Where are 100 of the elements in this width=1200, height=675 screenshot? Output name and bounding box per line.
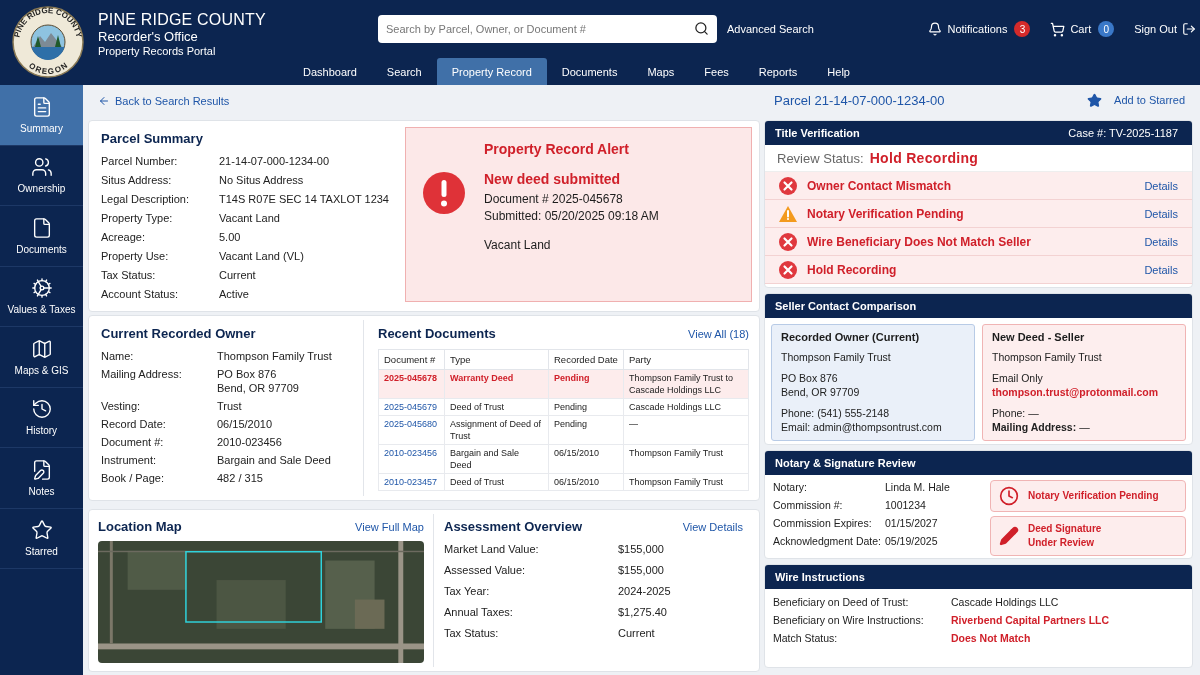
card-title: Wire Instructions — [775, 571, 865, 583]
view-full-map-link[interactable]: View Full Map — [355, 521, 424, 533]
field-label: Match Status: — [773, 631, 839, 645]
section-title: Assessment Overview — [444, 519, 583, 534]
field-label: Market Land Value: — [444, 542, 540, 556]
nav-tab[interactable]: Maps — [632, 58, 690, 85]
table-cell: Assignment of Deed of Trust — [444, 415, 549, 445]
error-icon — [779, 260, 797, 279]
contact-text: Thompson Family Trust — [992, 350, 1103, 364]
contact-text: Email: admin@thompsontrust.com — [781, 420, 943, 434]
advanced-search-link[interactable]: Advanced Search — [727, 23, 814, 35]
sign-out-button[interactable]: Sign Out — [1134, 22, 1196, 36]
bell-icon — [928, 22, 943, 36]
search-field[interactable]: Search by Parcel, Owner, or Document # — [378, 15, 717, 43]
field-label: Tax Status: — [444, 626, 500, 640]
field-value: Vacant Land — [219, 210, 281, 225]
sidebar-item[interactable]: Values & Taxes — [0, 266, 83, 327]
nav-tab[interactable]: Dashboard — [288, 58, 372, 85]
document-link[interactable]: 2010-023456 — [378, 444, 445, 474]
document-link[interactable]: 2025-045679 — [378, 398, 445, 416]
document-link[interactable]: 2025-045680 — [378, 415, 445, 445]
field-label: Tax Year: — [444, 584, 491, 598]
sidebar-item[interactable]: Ownership — [0, 145, 83, 206]
details-link[interactable]: Details — [1144, 179, 1178, 192]
column-header: Type — [444, 349, 549, 370]
sidebar-item[interactable]: History — [0, 387, 83, 448]
card-title: Notary & Signature Review — [775, 457, 916, 469]
field-label: Acknowledgment Date: — [773, 534, 882, 548]
details-link[interactable]: Details — [1144, 207, 1178, 220]
field-value: No Situs Address — [219, 172, 305, 187]
field-label: Commission #: — [773, 498, 844, 512]
table-cell: 06/15/2010 — [548, 444, 624, 474]
nav-tab[interactable]: Property Record — [436, 58, 547, 85]
table-cell: Bargain and Sale Deed — [444, 444, 549, 474]
field-value: Does Not Match — [951, 631, 1032, 645]
field-label: Record Date: — [101, 416, 167, 431]
table-cell: Pending — [548, 398, 624, 416]
table-cell: Deed of Trust — [444, 473, 549, 491]
parcel-heading: Parcel 21-14-07-000-1234-00 — [774, 92, 945, 108]
sidebar-item[interactable]: Maps & GIS — [0, 327, 83, 388]
alert-heading: New deed submitted — [484, 170, 622, 187]
nav-tab[interactable]: Fees — [689, 58, 744, 85]
county-title: PINE RIDGE COUNTY — [98, 11, 266, 29]
sidebar-item[interactable]: Documents — [0, 206, 83, 267]
sidebar-item[interactable]: Starred — [0, 508, 83, 569]
notifications-button[interactable]: Notifications 3 — [928, 21, 1031, 37]
error-icon — [779, 232, 797, 251]
document-link[interactable]: 2010-023457 — [378, 473, 445, 491]
nav-tab[interactable]: Help — [812, 58, 865, 85]
contact-text: Thompson Family Trust — [781, 350, 892, 364]
table-cell: Pending — [548, 415, 624, 445]
document-link[interactable]: 2025-045678 — [378, 369, 445, 399]
field-value: Bend, OR 97709 — [217, 380, 300, 395]
field-label: Beneficiary on Deed of Trust: — [773, 595, 910, 609]
details-link[interactable]: Details — [1144, 263, 1178, 276]
field-label: Commission Expires: — [773, 516, 873, 530]
field-label: Tax Status: — [101, 267, 157, 282]
field-value: 01/15/2027 — [885, 516, 939, 530]
table-cell: 06/15/2010 — [548, 473, 624, 491]
contact-title: New Deed - Seller — [992, 331, 1086, 343]
history-icon — [30, 398, 53, 421]
section-title: Location Map — [98, 519, 182, 534]
table-cell: Thompson Family Trust — [623, 473, 749, 491]
field-value: Active — [219, 286, 250, 301]
field-value: $1,275.40 — [618, 605, 668, 619]
portal-name: Property Records Portal — [98, 45, 217, 57]
field-label: Book / Page: — [101, 470, 165, 485]
badge-text: Notary Verification Pending — [1028, 489, 1159, 503]
nav-tab[interactable]: Documents — [546, 58, 633, 85]
field-value: 21-14-07-000-1234-00 — [219, 153, 331, 168]
table-cell: — — [623, 415, 749, 445]
sidebar-item[interactable]: Summary — [0, 85, 83, 146]
contact-text: PO Box 876 — [781, 371, 839, 385]
table-cell: Pending — [548, 369, 624, 399]
field-value: Current — [618, 626, 656, 640]
sidebar-item[interactable]: Notes — [0, 448, 83, 509]
error-icon — [779, 176, 797, 195]
field-value: 1001234 — [885, 498, 927, 512]
view-details-link[interactable]: View Details — [682, 521, 743, 533]
field-label: Annual Taxes: — [444, 605, 514, 619]
back-link[interactable]: Back to Search Results — [98, 94, 230, 107]
field-label: Notary: — [773, 480, 808, 494]
cart-button[interactable]: Cart 0 — [1050, 21, 1115, 37]
add-to-starred-link[interactable]: Add to Starred — [1087, 92, 1185, 108]
field-value: Linda M. Hale — [885, 480, 951, 494]
field-label: Legal Description: — [101, 191, 191, 206]
details-link[interactable]: Details — [1144, 235, 1178, 248]
contact-text: Mailing Address: — — [992, 420, 1091, 434]
section-title: Current Recorded Owner — [101, 325, 257, 341]
badge-text: Under Review — [1028, 536, 1096, 550]
view-all-link[interactable]: View All (18) — [688, 327, 749, 340]
contact-title: Recorded Owner (Current) — [781, 331, 921, 343]
nav-tab[interactable]: Search — [371, 58, 437, 85]
nav-tab[interactable]: Reports — [743, 58, 813, 85]
alert-text: Document # 2025-045678 — [484, 190, 624, 208]
arrow-left-icon — [98, 94, 110, 107]
contact-text: Bend, OR 97709 — [781, 385, 861, 399]
badge-text: Deed Signature — [1028, 522, 1102, 536]
field-value: 06/15/2010 — [217, 416, 274, 431]
contact-text: Phone: (541) 555-2148 — [781, 406, 890, 420]
